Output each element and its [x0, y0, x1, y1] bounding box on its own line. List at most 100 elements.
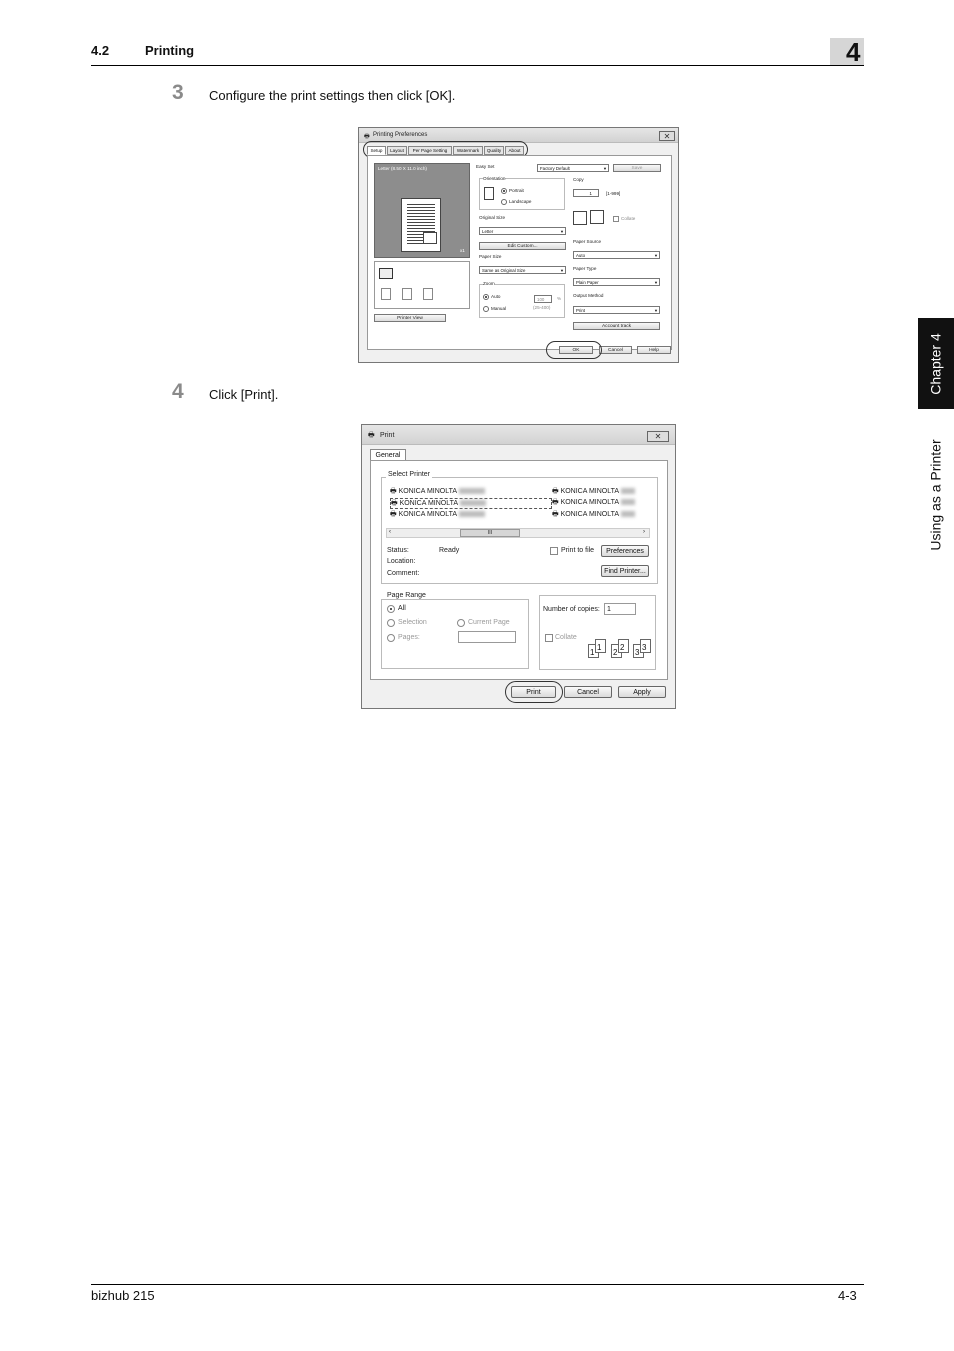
printer-icon: 🖶: [368, 432, 375, 439]
all-label: All: [398, 605, 406, 612]
redacted-model: [621, 499, 636, 506]
paper-source-value: Auto: [576, 253, 586, 258]
preview-caption: Letter (8.50 X 11.0 inch): [378, 166, 427, 171]
printer-name: KONICA MINOLTA: [398, 511, 458, 518]
dialog-title: Printing Preferences: [373, 132, 428, 138]
output-method-value: Print: [576, 308, 586, 313]
easy-set-value: Factory Default: [540, 166, 570, 171]
printer-icon: 🖶: [552, 511, 559, 518]
print-to-file-checkbox[interactable]: [550, 547, 558, 555]
paper-source-select[interactable]: Auto ▼: [573, 251, 660, 259]
scroll-right-icon[interactable]: ›: [643, 529, 645, 535]
close-icon[interactable]: ✕: [659, 131, 675, 141]
zoom-manual-radio[interactable]: [483, 306, 489, 312]
title-bar: [362, 425, 675, 445]
find-printer-button[interactable]: Find Printer...: [601, 565, 649, 577]
easy-set-select[interactable]: Factory Default ▼: [537, 164, 609, 172]
redacted-model: [621, 488, 636, 495]
fold-icon: [423, 288, 433, 300]
edit-custom-button[interactable]: Edit Custom...: [479, 242, 566, 250]
output-method-select[interactable]: Print ▼: [573, 306, 660, 314]
current-page-label: Current Page: [468, 619, 510, 626]
printer-list-item[interactable]: 🖶 KONICA MINOLTA: [552, 487, 636, 498]
chapter-side-label: Chapter 4: [918, 318, 954, 409]
collate-stack-icon: [590, 210, 604, 224]
portrait-radio[interactable]: [501, 188, 507, 194]
step-number: 4: [172, 380, 184, 403]
topic-label-text: Using as a Printer: [928, 439, 944, 551]
step-text: Configure the print settings then click …: [209, 88, 456, 103]
save-button[interactable]: Save: [613, 164, 661, 172]
zoom-group: [479, 284, 565, 318]
printer-icon: 🖶: [552, 488, 559, 495]
chevron-down-icon: ▼: [560, 229, 564, 234]
ok-highlight-ring: [546, 341, 602, 359]
easy-set-label: Easy Set: [476, 164, 495, 169]
printer-list-scrollbar[interactable]: ‹ III ›: [386, 528, 650, 538]
cancel-button[interactable]: Cancel: [564, 686, 612, 698]
chapter-number: 4: [846, 37, 861, 67]
chevron-down-icon: ▼: [654, 253, 658, 258]
paper-type-select[interactable]: Plain Paper ▼: [573, 278, 660, 286]
printer-list-item[interactable]: 🖶 KONICA MINOLTA: [390, 510, 486, 521]
current-page-radio[interactable]: [457, 619, 465, 627]
collate-checkbox[interactable]: [613, 216, 619, 222]
scroll-thumb[interactable]: III: [460, 529, 520, 537]
all-radio[interactable]: [387, 605, 395, 613]
collate-checkbox[interactable]: [545, 634, 553, 642]
account-track-button[interactable]: Account track: [573, 322, 660, 330]
printer-list-item[interactable]: 🖶 KONICA MINOLTA: [552, 498, 636, 509]
zoom-value-input[interactable]: 100: [534, 295, 552, 303]
close-icon[interactable]: ✕: [647, 431, 669, 442]
landscape-radio[interactable]: [501, 199, 507, 205]
scroll-left-icon[interactable]: ‹: [389, 529, 391, 535]
chevron-down-icon: ▼: [560, 268, 564, 273]
preview-counter: x1: [460, 248, 465, 253]
punch-icon: [402, 288, 412, 300]
collate-page-icon: 1: [595, 639, 606, 653]
printer-view-icon: [379, 268, 393, 279]
zoom-auto-radio[interactable]: [483, 294, 489, 300]
redacted-model: [459, 488, 486, 495]
original-size-select[interactable]: Letter ▼: [479, 227, 566, 235]
printer-list-item[interactable]: 🖶 KONICA MINOLTA: [552, 510, 636, 521]
copies-input[interactable]: 1: [604, 603, 636, 615]
paper-size-value: Same as Original Size: [482, 268, 526, 273]
print-dialog: 🖶 Print ✕ General Select Printer 🖶 KONIC…: [361, 424, 676, 709]
printer-name: KONICA MINOLTA: [399, 500, 459, 507]
printer-list-item-selected[interactable]: 🖶 KONICA MINOLTA: [390, 498, 552, 509]
printer-icon: 🖶: [391, 500, 398, 507]
select-printer-label: Select Printer: [386, 471, 433, 478]
copies-label: Number of copies:: [543, 606, 600, 613]
portrait-label: Portrait: [509, 188, 524, 193]
print-highlight-ring: [505, 681, 563, 703]
copy-label: Copy: [573, 177, 584, 182]
printer-name: KONICA MINOLTA: [398, 488, 458, 495]
printer-list-item[interactable]: 🖶 KONICA MINOLTA: [390, 487, 486, 498]
redacted-model: [459, 511, 486, 518]
printer-view-button[interactable]: Printer View: [374, 314, 446, 322]
printing-preferences-dialog: 🖶 Printing Preferences ✕ Setup Layout Pe…: [358, 127, 679, 363]
help-button[interactable]: Help: [637, 346, 671, 354]
zoom-unit: %: [557, 296, 562, 301]
selection-radio[interactable]: [387, 619, 395, 627]
output-method-label: Output Method: [573, 293, 604, 298]
copy-input[interactable]: 1: [573, 189, 599, 197]
page-preview: Letter (8.50 X 11.0 inch) x1: [374, 163, 470, 258]
printer-icon: 🖶: [390, 488, 397, 495]
apply-button[interactable]: Apply: [618, 686, 666, 698]
zoom-range: (25-400): [533, 305, 551, 310]
product-name: bizhub 215: [91, 1288, 155, 1303]
dialog-title: Print: [380, 432, 395, 439]
pages-radio[interactable]: [387, 634, 395, 642]
redacted-model: [621, 511, 636, 518]
cancel-button[interactable]: Cancel: [599, 346, 632, 354]
preview-stamp: [423, 232, 437, 244]
zoom-auto-label: Auto: [491, 294, 501, 299]
paper-size-select[interactable]: Same as Original Size ▼: [479, 266, 566, 274]
section-number: 4.2: [91, 43, 110, 58]
pages-input[interactable]: [458, 631, 516, 643]
preferences-button[interactable]: Preferences: [601, 545, 649, 557]
chevron-down-icon: ▼: [603, 166, 607, 171]
step-number: 3: [172, 81, 184, 104]
